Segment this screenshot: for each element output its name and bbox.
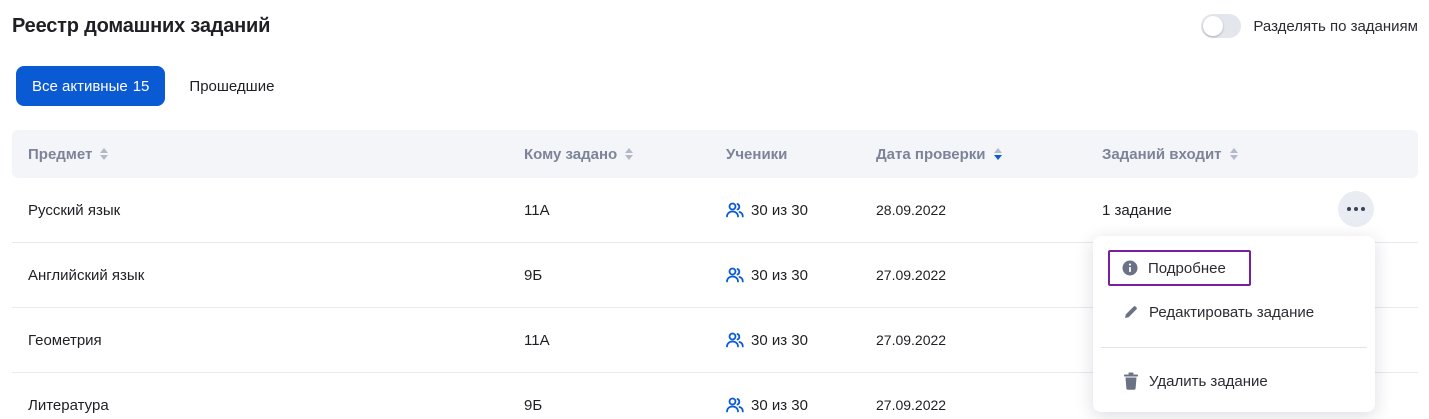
column-header-label: Предмет — [28, 145, 93, 163]
students-icon — [726, 267, 744, 283]
cell-subject: Русский язык — [28, 201, 121, 219]
sort-icon — [625, 148, 634, 160]
tab-past-label: Прошедшие — [189, 77, 275, 95]
cell-tasks-count: 1 задание — [1102, 201, 1172, 219]
tab-bar: Все активные 15 Прошедшие — [16, 66, 290, 106]
table-row[interactable]: Русский язык 11А 30 из 30 28.09.2022 1 з… — [12, 178, 1418, 243]
students-icon — [726, 332, 744, 348]
sort-desc-icon — [993, 148, 1002, 160]
menu-item-label: Редактировать задание — [1149, 303, 1315, 321]
column-header-students: Ученики — [726, 130, 787, 178]
column-header-label: Дата проверки — [876, 145, 986, 163]
column-header-label: Ученики — [726, 145, 788, 163]
tab-all-active-label: Все активные — [32, 77, 128, 95]
sort-icon — [1229, 148, 1238, 160]
row-context-menu: Подробнее Редактировать задание Удалить … — [1093, 236, 1375, 412]
menu-item-edit-task[interactable]: Редактировать задание — [1109, 295, 1326, 329]
cell-check-date: 27.09.2022 — [876, 267, 947, 283]
split-by-tasks-control: Разделять по заданиям — [1201, 14, 1418, 38]
students-icon — [726, 397, 744, 413]
cell-check-date: 28.09.2022 — [876, 202, 947, 218]
column-header-label: Заданий входит — [1102, 145, 1222, 163]
cell-assigned-to: 11А — [524, 331, 550, 349]
students-count: 30 из 30 — [751, 331, 808, 349]
table-header: Предмет Кому задано Ученики Дата проверк… — [12, 130, 1418, 178]
cell-subject: Английский язык — [28, 266, 145, 284]
cell-assigned-to: 11А — [524, 201, 550, 219]
menu-divider — [1101, 347, 1367, 348]
cell-subject: Геометрия — [28, 331, 102, 349]
column-header-tasks-count[interactable]: Заданий входит — [1102, 130, 1238, 178]
info-icon — [1122, 260, 1138, 276]
split-by-tasks-toggle[interactable] — [1201, 14, 1242, 38]
more-dots-icon — [1347, 207, 1351, 211]
toggle-knob — [1203, 16, 1224, 36]
split-by-tasks-label: Разделять по заданиям — [1253, 17, 1418, 35]
students-count: 30 из 30 — [751, 396, 808, 414]
cell-assigned-to: 9Б — [524, 396, 543, 414]
pencil-icon — [1123, 304, 1139, 320]
students-count: 30 из 30 — [751, 266, 808, 284]
cell-students: 30 из 30 — [726, 178, 808, 242]
trash-icon — [1123, 372, 1139, 390]
menu-item-label: Подробнее — [1148, 259, 1226, 277]
cell-check-date: 27.09.2022 — [876, 397, 947, 413]
cell-students: 30 из 30 — [726, 308, 808, 372]
column-header-subject[interactable]: Предмет — [28, 130, 109, 178]
tab-all-active[interactable]: Все активные 15 — [16, 66, 166, 106]
students-icon — [726, 202, 744, 218]
column-header-check-date[interactable]: Дата проверки — [876, 130, 1002, 178]
students-count: 30 из 30 — [751, 201, 808, 219]
tab-past[interactable]: Прошедшие — [173, 66, 290, 106]
menu-item-details[interactable]: Подробнее — [1108, 250, 1251, 286]
cell-check-date: 27.09.2022 — [876, 332, 947, 348]
menu-item-delete-task[interactable]: Удалить задание — [1109, 364, 1280, 398]
homework-registry-page: Реестр домашних заданий Разделять по зад… — [0, 0, 1429, 419]
cell-subject: Литература — [28, 396, 109, 414]
tab-all-active-count: 15 — [132, 77, 150, 95]
column-header-label: Кому задано — [524, 145, 618, 163]
cell-students: 30 из 30 — [726, 373, 808, 419]
page-title: Реестр домашних заданий — [12, 15, 271, 37]
cell-assigned-to: 9Б — [524, 266, 543, 284]
sort-icon — [100, 148, 109, 160]
cell-students: 30 из 30 — [726, 243, 808, 307]
row-actions-button[interactable] — [1338, 191, 1374, 227]
menu-item-label: Удалить задание — [1149, 372, 1268, 390]
column-header-assigned-to[interactable]: Кому задано — [524, 130, 634, 178]
